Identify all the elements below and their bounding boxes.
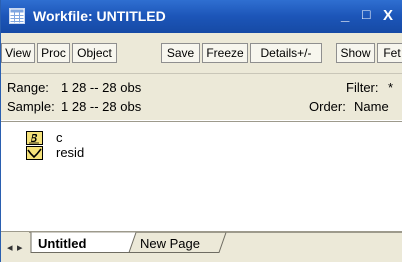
coefficient-icon — [26, 131, 43, 145]
view-button[interactable]: View — [1, 43, 35, 63]
maximize-button[interactable]: □ — [362, 6, 370, 22]
sample-label: Sample: — [7, 99, 55, 114]
save-button[interactable]: Save — [161, 43, 200, 63]
details-button[interactable]: Details+/- — [250, 43, 322, 63]
object-button[interactable]: Object — [72, 43, 117, 63]
window-title: Workfile: UNTITLED — [33, 8, 166, 24]
freeze-button[interactable]: Freeze — [202, 43, 248, 63]
filter-value[interactable]: * — [388, 80, 393, 95]
tab-untitled[interactable]: Untitled — [38, 236, 86, 251]
series-icon — [26, 146, 43, 160]
filter-label: Filter: — [346, 80, 379, 95]
workfile-icon — [9, 8, 25, 24]
show-button[interactable]: Show — [336, 43, 375, 63]
object-name: c — [56, 130, 63, 145]
sample-value[interactable]: 1 28 -- 28 obs — [61, 99, 141, 114]
object-list: c resid — [1, 121, 402, 232]
workfile-toolbar: View Proc Object Save Freeze Details+/- … — [1, 33, 402, 73]
order-label: Order: — [309, 99, 346, 114]
order-value[interactable]: Name — [354, 99, 389, 114]
page-tab-bar: ◂ ▸ Untitled New Page — [1, 231, 402, 262]
tab-new-page[interactable]: New Page — [140, 236, 200, 251]
workfile-info-panel: Range: 1 28 -- 28 obs Filter: * Sample: … — [1, 73, 402, 120]
object-name: resid — [56, 145, 85, 160]
title-bar[interactable]: Workfile: UNTITLED _ □ X — [1, 0, 402, 33]
close-button[interactable]: X — [383, 7, 393, 24]
range-label: Range: — [7, 80, 49, 95]
workfile-window: Workfile: UNTITLED _ □ X View Proc Objec… — [0, 0, 402, 262]
proc-button[interactable]: Proc — [37, 43, 70, 63]
range-value[interactable]: 1 28 -- 28 obs — [61, 80, 141, 95]
fetch-button[interactable]: Fet — [377, 43, 402, 63]
minimize-button[interactable]: _ — [341, 7, 349, 24]
